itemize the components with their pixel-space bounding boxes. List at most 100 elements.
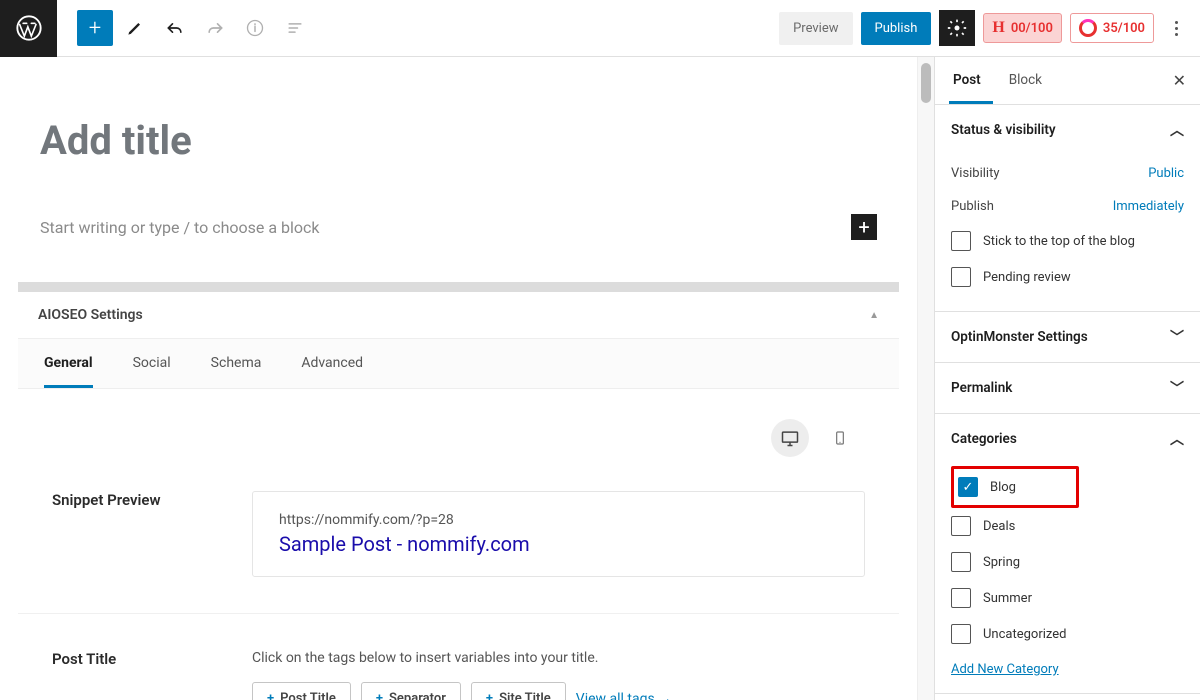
optinmonster-header[interactable]: OptinMonster Settings ﹀: [935, 312, 1200, 362]
info-icon: [245, 18, 265, 38]
tag-separator[interactable]: + Separator: [361, 682, 461, 700]
post-title-area[interactable]: Add title: [0, 57, 917, 174]
tag-label: Site Title: [499, 691, 551, 700]
seo-score-badge[interactable]: 35/100: [1070, 13, 1154, 43]
settings-button[interactable]: [939, 10, 975, 46]
mobile-icon: [832, 428, 848, 448]
section-title: Categories: [951, 431, 1017, 447]
highlighted-category: ✓ Blog: [951, 466, 1079, 508]
visibility-row: Visibility Public: [951, 157, 1184, 190]
aioseo-panel-title: AIOSEO Settings: [38, 307, 143, 323]
more-options-button[interactable]: [1162, 21, 1190, 36]
h-icon: H: [992, 19, 1004, 37]
scrollbar-thumb[interactable]: [921, 63, 931, 103]
permalink-header[interactable]: Permalink ﹀: [935, 363, 1200, 413]
aioseo-tab-advanced[interactable]: Advanced: [301, 339, 363, 388]
status-visibility-body: Visibility Public Publish Immediately St…: [935, 155, 1200, 311]
outline-button[interactable]: [277, 10, 313, 46]
category-item-deals[interactable]: Deals: [951, 508, 1184, 544]
aioseo-panel-header[interactable]: AIOSEO Settings ▲: [18, 292, 899, 339]
view-all-tags-link[interactable]: View all tags →: [576, 690, 672, 700]
publish-row: Publish Immediately: [951, 190, 1184, 223]
status-visibility-header[interactable]: Status & visibility ︿: [935, 105, 1200, 155]
headline-score-badge[interactable]: H00/100: [983, 13, 1062, 43]
details-button[interactable]: [237, 10, 273, 46]
editor-canvas: Add title Start writing or type / to cho…: [0, 57, 917, 700]
aioseo-tab-general[interactable]: General: [44, 339, 93, 388]
tag-site-title[interactable]: + Site Title: [471, 682, 566, 700]
stick-label: Stick to the top of the blog: [983, 234, 1135, 249]
aioseo-tab-schema[interactable]: Schema: [211, 339, 262, 388]
pending-label: Pending review: [983, 270, 1071, 285]
chevron-down-icon: ﹀: [1170, 327, 1184, 347]
sidebar-tab-block[interactable]: Block: [1005, 57, 1054, 104]
publish-button[interactable]: Publish: [861, 12, 932, 45]
chevron-down-icon: ﹀: [1170, 378, 1184, 398]
category-label: Spring: [983, 555, 1020, 570]
tag-post-title[interactable]: + Post Title: [252, 682, 351, 700]
wordpress-icon: [15, 14, 43, 42]
desktop-preview-button[interactable]: [771, 419, 809, 457]
tag-label: Post Title: [280, 691, 336, 700]
title-tags-row: + Post Title + Separator + Site Title View …: [252, 682, 865, 700]
post-title-placeholder: Add title: [40, 117, 877, 164]
plus-icon: +: [376, 691, 383, 700]
sidebar-tabs: Post Block ✕: [935, 57, 1200, 105]
optinmonster-section: OptinMonster Settings ﹀: [935, 312, 1200, 363]
top-toolbar: + Preview Publish H00/100 35/100: [0, 0, 1200, 57]
edit-mode-button[interactable]: [117, 10, 153, 46]
workspace: Add title Start writing or type / to cho…: [0, 57, 1200, 700]
inline-add-block-button[interactable]: +: [851, 214, 877, 240]
settings-sidebar: Post Block ✕ Status & visibility ︿ Visib…: [934, 57, 1200, 700]
section-title: Status & visibility: [951, 122, 1056, 138]
sidebar-tab-post[interactable]: Post: [949, 57, 993, 104]
aioseo-general-body: Snippet Preview https://nommify.com/?p=2…: [18, 389, 899, 700]
plus-icon: +: [267, 691, 274, 700]
chevron-up-icon: ︿: [1170, 120, 1184, 140]
post-title-row: Post Title Click on the tags below to in…: [52, 636, 865, 700]
category-item-blog[interactable]: ✓ Blog: [958, 473, 1016, 501]
checkbox-icon: [951, 552, 971, 572]
aioseo-tab-list: General Social Schema Advanced: [18, 339, 899, 389]
undo-button[interactable]: [157, 10, 193, 46]
pending-checkbox-row[interactable]: Pending review: [951, 259, 1184, 295]
device-preview-toggle: [52, 409, 865, 477]
section-title: Permalink: [951, 380, 1012, 396]
checkbox-icon: [951, 588, 971, 608]
category-item-uncategorized[interactable]: Uncategorized: [951, 616, 1184, 652]
mobile-preview-button[interactable]: [821, 419, 859, 457]
category-item-spring[interactable]: Spring: [951, 544, 1184, 580]
separator: [18, 613, 899, 614]
preview-button[interactable]: Preview: [779, 12, 852, 45]
block-inserter-row[interactable]: Start writing or type / to choose a bloc…: [0, 174, 917, 260]
status-visibility-section: Status & visibility ︿ Visibility Public …: [935, 105, 1200, 312]
snippet-preview-box: https://nommify.com/?p=28 Sample Post - …: [252, 491, 865, 577]
publish-value[interactable]: Immediately: [1113, 199, 1184, 214]
post-title-label: Post Title: [52, 650, 252, 700]
add-new-category-link[interactable]: Add New Category: [951, 662, 1059, 677]
chevron-up-icon: ︿: [1170, 429, 1184, 449]
gear-icon: [947, 18, 967, 38]
checkbox-icon: [951, 516, 971, 536]
tag-label: Separator: [389, 691, 446, 700]
close-sidebar-button[interactable]: ✕: [1173, 71, 1186, 90]
add-block-button[interactable]: +: [77, 10, 113, 46]
plus-icon: +: [486, 691, 493, 700]
categories-body: ✓ Blog Deals Spring Summer: [935, 464, 1200, 693]
aioseo-tab-social[interactable]: Social: [133, 339, 171, 388]
toolbar-left: +: [57, 10, 313, 46]
toolbar-right: Preview Publish H00/100 35/100: [779, 10, 1200, 46]
categories-header[interactable]: Categories ︿: [935, 414, 1200, 464]
editor-scrollbar[interactable]: [917, 57, 934, 700]
stick-checkbox-row[interactable]: Stick to the top of the blog: [951, 223, 1184, 259]
category-item-summer[interactable]: Summer: [951, 580, 1184, 616]
post-title-hint: Click on the tags below to insert variab…: [252, 650, 865, 666]
snippet-preview-label: Snippet Preview: [52, 491, 252, 577]
desktop-icon: [780, 428, 800, 448]
categories-section: Categories ︿ ✓ Blog Deals Spring: [935, 414, 1200, 694]
aioseo-meta-box: AIOSEO Settings ▲ General Social Schema …: [18, 282, 899, 700]
visibility-value[interactable]: Public: [1148, 166, 1184, 181]
wordpress-logo[interactable]: [0, 0, 57, 57]
caret-up-icon: ▲: [869, 310, 879, 321]
redo-button[interactable]: [197, 10, 233, 46]
